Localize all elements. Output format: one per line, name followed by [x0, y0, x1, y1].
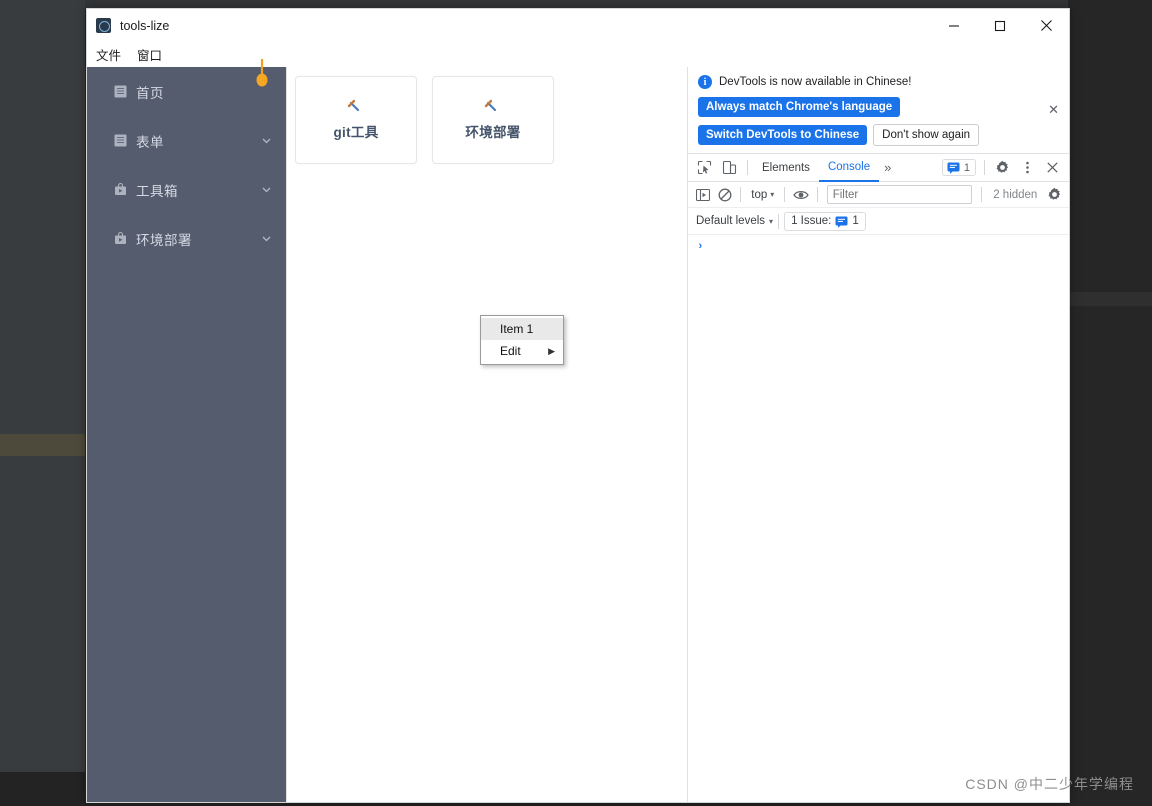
message-icon: [947, 161, 960, 174]
sidebar-item-label: 首页: [136, 85, 164, 101]
dont-show-again-button[interactable]: Don't show again: [873, 124, 980, 146]
main-content-area: git工具 环境部署 Item 1 Edit ▶: [287, 67, 688, 802]
tool-card-list: git工具 环境部署: [287, 67, 687, 164]
gear-icon[interactable]: [990, 155, 1015, 180]
context-menu: Item 1 Edit ▶: [480, 315, 564, 365]
title-bar: tools-lize: [87, 9, 1069, 42]
sidebar-item-label: 环境部署: [136, 232, 192, 248]
filterbar-divider-1: [740, 187, 742, 202]
tool-card-label: 环境部署: [465, 125, 521, 140]
execution-context-label: top: [751, 188, 768, 201]
tab-elements[interactable]: Elements: [753, 155, 819, 181]
sidebar-item-toolbox[interactable]: 工具箱: [87, 165, 286, 214]
levelsbar-divider: [778, 213, 780, 229]
issues-label: 1 Issue:: [791, 215, 832, 227]
devtools-language-banner: i DevTools is now available in Chinese! …: [688, 67, 1069, 153]
more-tabs-icon[interactable]: »: [879, 160, 896, 175]
chevron-down-icon: [261, 233, 272, 244]
maximize-button[interactable]: [977, 9, 1023, 42]
backdrop-left-bottom-strip: [0, 772, 85, 806]
document-icon: [114, 134, 127, 147]
menu-item-window[interactable]: 窗口: [137, 45, 162, 64]
toolbar-divider: [747, 160, 748, 175]
kebab-menu-icon[interactable]: [1015, 155, 1040, 180]
devtools-toolbar: Elements Console » 1: [688, 153, 1069, 182]
backdrop-left-panel: [0, 0, 85, 806]
document-icon: [114, 85, 127, 98]
sidebar-item-form[interactable]: 表单: [87, 116, 286, 165]
backdrop-right-highlight-band: [1068, 292, 1152, 306]
console-levels-bar: Default levels ▾ 1 Issue: 1: [688, 208, 1069, 235]
filterbar-divider-3: [816, 187, 818, 202]
toolbar-divider-2: [984, 160, 985, 175]
watermark: CSDN @中二少年学编程: [965, 776, 1134, 792]
backdrop-right-panel: [1068, 0, 1152, 806]
execution-context-selector[interactable]: top ▾: [746, 189, 779, 201]
orange-pin-icon: [255, 59, 269, 89]
chevron-down-icon: ▾: [770, 190, 775, 199]
devtools-panel: i DevTools is now available in Chinese! …: [688, 67, 1069, 802]
context-menu-item-edit[interactable]: Edit ▶: [481, 340, 563, 362]
tab-console[interactable]: Console: [818, 154, 880, 182]
console-sidebar-icon[interactable]: [692, 182, 714, 207]
banner-message: DevTools is now available in Chinese!: [719, 76, 912, 88]
message-count-badge[interactable]: 1: [941, 159, 976, 176]
console-output-area[interactable]: ›: [688, 235, 1069, 802]
tool-card-label: git工具: [333, 125, 379, 140]
message-count: 1: [963, 161, 970, 174]
briefcase-icon: [114, 183, 127, 196]
chevron-down-icon: [261, 184, 272, 195]
submenu-arrow-icon: ▶: [548, 345, 555, 356]
hammer-icon: [345, 99, 367, 117]
filterbar-divider-2: [784, 187, 786, 202]
minimize-button[interactable]: [931, 9, 977, 42]
switch-to-chinese-button[interactable]: Switch DevTools to Chinese: [698, 125, 868, 145]
live-expression-icon[interactable]: [790, 182, 812, 207]
sidebar-item-label: 工具箱: [136, 183, 178, 199]
close-icon[interactable]: [1040, 155, 1065, 180]
application-window: tools-lize 文件 窗口 首页 表单 工具箱 环境部署 git工具 环境…: [86, 8, 1070, 803]
banner-primary-row: Always match Chrome's language: [698, 97, 1059, 117]
context-menu-item-item1[interactable]: Item 1: [481, 318, 563, 340]
close-button[interactable]: [1023, 9, 1069, 42]
sidebar-item-label: 表单: [136, 134, 164, 150]
tool-card-environment-deploy[interactable]: 环境部署: [432, 76, 554, 164]
info-icon: i: [698, 75, 712, 89]
hammer-icon: [482, 99, 504, 117]
window-title: tools-lize: [120, 18, 170, 33]
hidden-messages-count: 2 hidden: [993, 188, 1038, 201]
briefcase-icon: [114, 232, 127, 245]
console-prompt-icon: ›: [697, 241, 704, 253]
banner-secondary-row: Switch DevTools to Chinese Don't show ag…: [698, 124, 1059, 146]
tool-card-git[interactable]: git工具: [295, 76, 417, 164]
menu-bar: 文件 窗口: [87, 42, 1069, 67]
banner-close-icon[interactable]: ✕: [1048, 102, 1059, 118]
menu-item-file[interactable]: 文件: [96, 45, 121, 64]
inspect-cursor-icon[interactable]: [692, 155, 717, 180]
console-settings-icon[interactable]: [1043, 182, 1065, 207]
backdrop-left-highlight-band: [0, 434, 85, 456]
sidebar-item-environment-deploy[interactable]: 环境部署: [87, 214, 286, 263]
backdrop-top-strip: [85, 0, 1068, 8]
clear-console-icon[interactable]: [714, 182, 736, 207]
always-match-language-button[interactable]: Always match Chrome's language: [698, 97, 901, 117]
issues-count: 1: [852, 215, 859, 227]
context-menu-item-label: Edit: [500, 344, 521, 358]
context-menu-item-label: Item 1: [500, 322, 534, 336]
banner-message-row: i DevTools is now available in Chinese!: [698, 75, 1059, 89]
sidebar-navigation: 首页 表单 工具箱 环境部署: [87, 59, 287, 802]
device-toolbar-icon[interactable]: [717, 155, 742, 180]
chevron-down-icon: ▾: [769, 216, 774, 226]
message-icon: [835, 215, 848, 228]
app-logo-icon: [96, 18, 111, 33]
application-body: 首页 表单 工具箱 环境部署 git工具 环境部署 Item 1 Edit ▶ …: [87, 59, 1069, 802]
log-levels-selector[interactable]: Default levels ▾: [696, 215, 773, 227]
console-filter-input[interactable]: [826, 185, 973, 204]
issues-chip[interactable]: 1 Issue: 1: [784, 211, 866, 231]
filterbar-divider-4: [981, 187, 983, 202]
log-levels-label: Default levels: [696, 215, 766, 227]
console-filter-bar: top ▾ 2 hidden: [688, 182, 1069, 208]
chevron-down-icon: [261, 135, 272, 146]
